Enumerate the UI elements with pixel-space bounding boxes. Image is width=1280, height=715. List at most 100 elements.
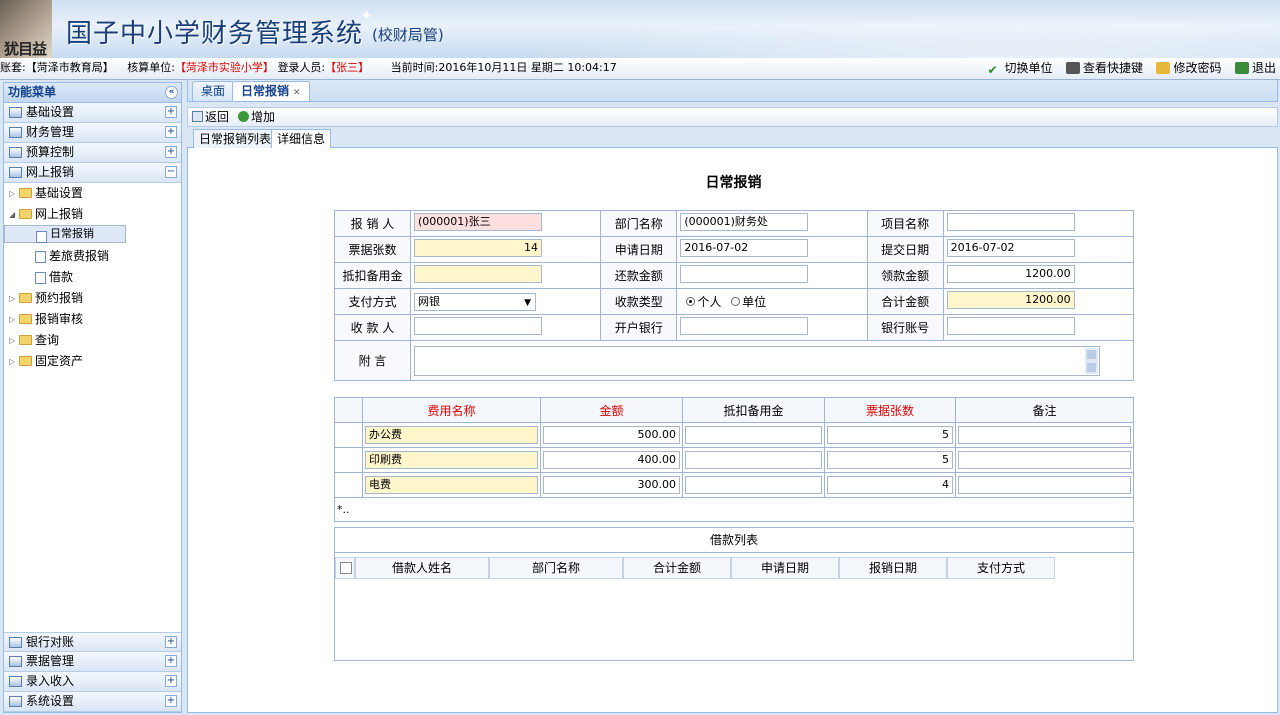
col-dept[interactable]: 部门名称 <box>489 557 623 579</box>
dropdown-arrow-icon: ▼ <box>524 297 531 308</box>
select-all-checkbox[interactable] <box>340 562 352 574</box>
menu-section-income[interactable]: 录入收入 + <box>4 672 181 692</box>
col-apply-date[interactable]: 申请日期 <box>731 557 839 579</box>
tab-detail-info[interactable]: 详细信息 <box>271 129 332 149</box>
receipts-cell[interactable]: 5 <box>827 451 953 469</box>
bank-label: 开户银行 <box>600 314 678 341</box>
note-textarea[interactable] <box>414 345 1100 376</box>
tab-reimburse-list[interactable]: 日常报销列表 <box>193 129 278 148</box>
receipts-cell[interactable]: 4 <box>827 476 953 494</box>
tree-item-appointment[interactable]: ▷ 预约报销 <box>4 288 181 309</box>
tree-item-basic-settings[interactable]: ▷ 基础设置 <box>4 183 181 204</box>
expand-icon[interactable]: + <box>165 636 177 648</box>
repay-field[interactable] <box>680 265 809 283</box>
dept-field[interactable]: (000001)财务处 <box>680 213 809 231</box>
folder-icon <box>19 356 32 366</box>
close-tab-icon[interactable]: ✕ <box>293 88 301 98</box>
submit-date-field[interactable]: 2016-07-02 <box>946 239 1075 257</box>
col-reimburse-date[interactable]: 报销日期 <box>839 557 947 579</box>
new-row-marker[interactable]: *.. <box>334 497 1134 522</box>
expand-icon[interactable]: + <box>165 126 177 138</box>
project-field[interactable] <box>946 213 1075 231</box>
offset-cell[interactable] <box>685 451 822 469</box>
offset-cell[interactable] <box>685 476 822 494</box>
tab-desktop[interactable]: 桌面 <box>192 81 235 101</box>
tree-item-loan[interactable]: 借款 <box>4 267 181 288</box>
menu-bottom-sections: 银行对账 + 票据管理 + 录入收入 + 系统设置 + <box>4 632 181 712</box>
tab-daily-reimburse[interactable]: 日常报销 ✕ <box>232 81 310 101</box>
section-icon <box>9 167 22 178</box>
total-field[interactable]: 1200.00 <box>946 291 1075 309</box>
account-field[interactable] <box>946 317 1075 335</box>
payee-type-label: 收款类型 <box>600 288 678 315</box>
add-button[interactable]: 增加 <box>238 108 275 126</box>
expand-icon[interactable]: + <box>165 695 177 707</box>
tree-item-daily-reimburse[interactable]: 日常报销 <box>4 225 126 243</box>
note-cell[interactable] <box>958 426 1131 444</box>
row-marker <box>334 447 363 473</box>
receipts-field[interactable]: 14 <box>414 239 542 257</box>
time-value: 2016年10月11日 星期二 10:04:17 <box>438 61 617 74</box>
payee-field[interactable] <box>414 317 542 335</box>
bank-field[interactable] <box>680 317 809 335</box>
menu-section-bills[interactable]: 票据管理 + <box>4 652 181 672</box>
menu-section-online-reimburse[interactable]: 网上报销 − <box>4 163 181 183</box>
change-password-button[interactable]: 修改密码 <box>1156 58 1221 78</box>
expand-arrow-icon: ▷ <box>9 189 16 198</box>
collapse-icon[interactable]: − <box>165 166 177 178</box>
menu-section-budget[interactable]: 预算控制 + <box>4 143 181 163</box>
menu-section-finance[interactable]: 财务管理 + <box>4 123 181 143</box>
back-icon <box>192 111 203 122</box>
expand-icon[interactable]: + <box>165 675 177 687</box>
reimburse-form: 报 销 人 (000001)张三 部门名称 (000001)财务处 项目名称 票… <box>334 210 1135 381</box>
menu-section-bank-reconcile[interactable]: 银行对账 + <box>4 632 181 652</box>
total-label: 合计金额 <box>866 288 944 315</box>
menu-section-basic-settings[interactable]: 基础设置 + <box>4 103 181 123</box>
payee-type-personal-radio[interactable] <box>686 297 696 306</box>
receive-field[interactable]: 1200.00 <box>946 265 1075 283</box>
shortcuts-button[interactable]: 查看快捷键 <box>1065 58 1143 78</box>
col-borrower[interactable]: 借款人姓名 <box>355 557 489 579</box>
offset-cell[interactable] <box>685 426 822 444</box>
apply-date-label: 申请日期 <box>600 236 678 263</box>
receive-label: 领款金额 <box>866 262 944 289</box>
loan-list: 借款列表 借款人姓名 部门名称 合计金额 申请日期 报销日期 支付方式 <box>334 527 1134 661</box>
tree-item-query[interactable]: ▷ 查询 <box>4 330 181 351</box>
receipts-cell[interactable]: 5 <box>827 426 953 444</box>
offset-field[interactable] <box>414 265 542 283</box>
claimant-field[interactable]: (000001)张三 <box>414 213 542 231</box>
expand-icon[interactable]: + <box>165 655 177 667</box>
back-button[interactable]: 返回 <box>192 108 229 126</box>
expense-name-cell[interactable]: 印刷费 <box>365 451 538 469</box>
tree-item-fixed-assets[interactable]: ▷ 固定资产 <box>4 351 181 372</box>
amount-cell[interactable]: 400.00 <box>543 451 680 469</box>
amount-cell[interactable]: 300.00 <box>543 476 680 494</box>
tree-item-online-reimburse[interactable]: ◢ 网上报销 <box>4 204 181 225</box>
expand-icon[interactable]: + <box>165 106 177 118</box>
folder-icon <box>19 188 32 198</box>
tree-item-travel-reimburse[interactable]: 差旅费报销 <box>4 246 181 267</box>
col-pay-method[interactable]: 支付方式 <box>947 557 1055 579</box>
section-icon <box>9 107 22 118</box>
amount-cell[interactable]: 500.00 <box>543 426 680 444</box>
collapse-arrow-icon: ◢ <box>9 210 16 219</box>
collapse-panel-icon[interactable]: « <box>165 86 178 99</box>
note-cell[interactable] <box>958 451 1131 469</box>
expand-arrow-icon: ▷ <box>9 336 16 345</box>
row-marker <box>334 422 363 448</box>
logout-button[interactable]: 退出 <box>1234 58 1276 78</box>
expand-icon[interactable]: + <box>165 146 177 158</box>
switch-unit-button[interactable]: ✔ 切换单位 <box>987 58 1052 78</box>
expense-name-cell[interactable]: 办公费 <box>365 426 538 444</box>
note-cell[interactable] <box>958 476 1131 494</box>
expense-name-cell[interactable]: 电费 <box>365 476 538 494</box>
apply-date-field[interactable]: 2016-07-02 <box>680 239 809 257</box>
pay-method-select[interactable]: 网银 ▼ <box>414 292 536 311</box>
menu-section-system[interactable]: 系统设置 + <box>4 692 181 712</box>
col-total[interactable]: 合计金额 <box>623 557 731 579</box>
payee-type-unit-radio[interactable] <box>731 297 741 306</box>
expand-arrow-icon: ▷ <box>9 315 16 324</box>
scrollbar[interactable] <box>1085 347 1098 374</box>
tree-item-review[interactable]: ▷ 报销审核 <box>4 309 181 330</box>
section-icon <box>9 637 22 648</box>
